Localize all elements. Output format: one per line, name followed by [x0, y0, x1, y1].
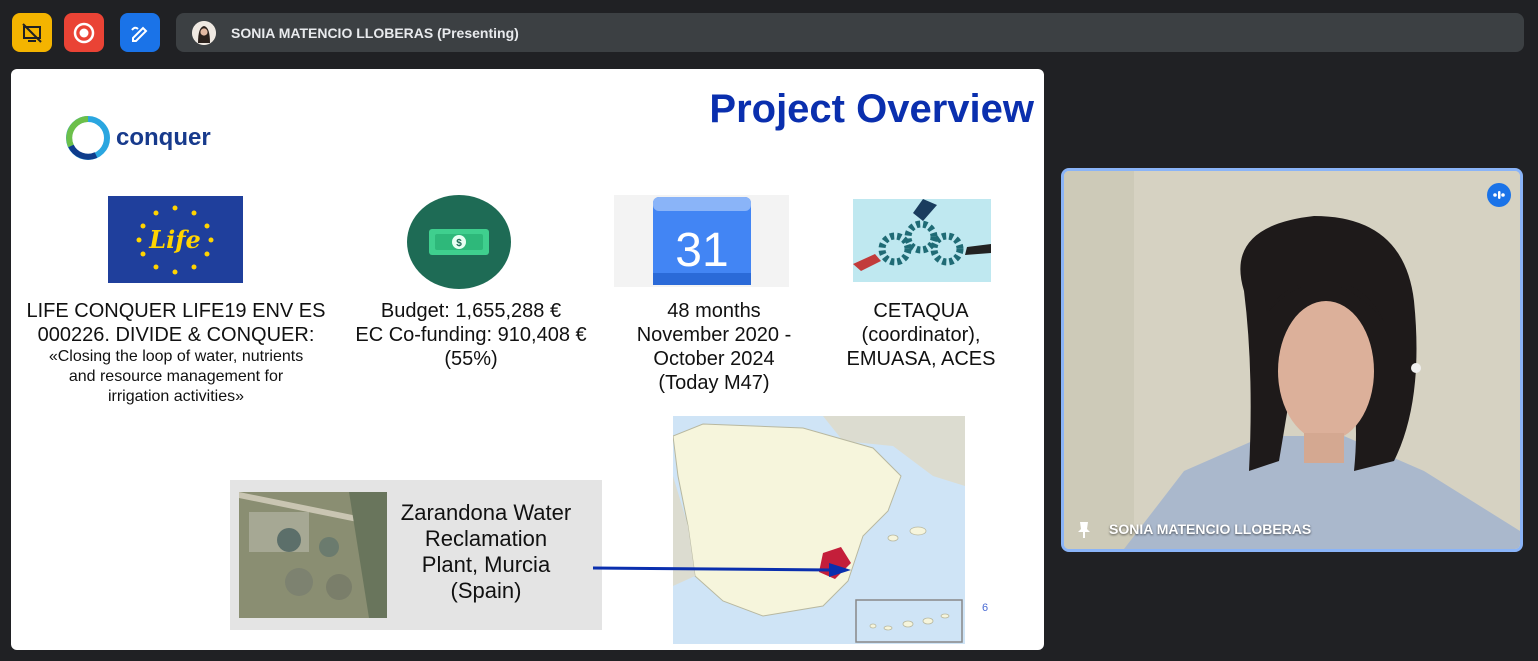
project-id-text: LIFE CONQUER LIFE19 ENV ES 000226. DIVID…	[26, 300, 326, 405]
plant-photo-box: Zarandona Water Reclamation Plant, Murci…	[230, 480, 602, 630]
avatar	[192, 20, 216, 45]
hide-screen-button[interactable]	[12, 13, 52, 52]
presenter-name: SONIA MATENCIO LLOBERAS (Presenting)	[231, 24, 519, 41]
page-title: Project Overview	[709, 87, 1034, 131]
logo-text: conquer	[116, 124, 211, 151]
budget-text: Budget: 1,655,288 € EC Co-funding: 910,4…	[355, 300, 587, 370]
audio-level-icon	[1487, 183, 1511, 207]
slash-screen-icon	[22, 22, 42, 43]
presenter-banner[interactable]: SONIA MATENCIO LLOBERAS (Presenting)	[176, 13, 1524, 52]
record-icon	[73, 22, 95, 43]
svg-text:31: 31	[675, 224, 728, 277]
aerial-photo	[239, 492, 387, 618]
whiteboard-icon	[131, 26, 148, 42]
svg-text:Life: Life	[148, 225, 201, 254]
participant-video	[1064, 171, 1520, 549]
record-button[interactable]	[64, 13, 104, 52]
conquer-logo-icon	[66, 116, 110, 160]
duration-text: 48 months November 2020 - October 2024 (…	[636, 300, 792, 394]
svg-text:$: $	[456, 238, 462, 249]
eu-life-logo: Life	[108, 196, 243, 283]
whiteboard-button[interactable]	[120, 13, 160, 52]
participant-name: SONIA MATENCIO LLOBERAS	[1109, 521, 1312, 537]
arrow-icon	[593, 563, 851, 577]
partners-text: CETAQUA (coordinator), EMUASA, ACES	[846, 300, 996, 370]
page-number: 6	[982, 602, 989, 614]
pin-icon[interactable]	[1076, 521, 1092, 539]
gears-icon	[853, 199, 991, 282]
conquer-logo: conquer	[66, 116, 211, 160]
plant-label: Zarandona Water Reclamation Plant, Murci…	[400, 500, 572, 603]
participant-video-tile[interactable]: SONIA MATENCIO LLOBERAS	[1061, 168, 1523, 552]
money-icon: $	[407, 195, 511, 289]
spain-map	[673, 416, 965, 644]
calendar-icon: 31	[614, 195, 789, 287]
presentation-slide: Project Overview conquer Life $ 31 LIFE …	[11, 69, 1044, 650]
